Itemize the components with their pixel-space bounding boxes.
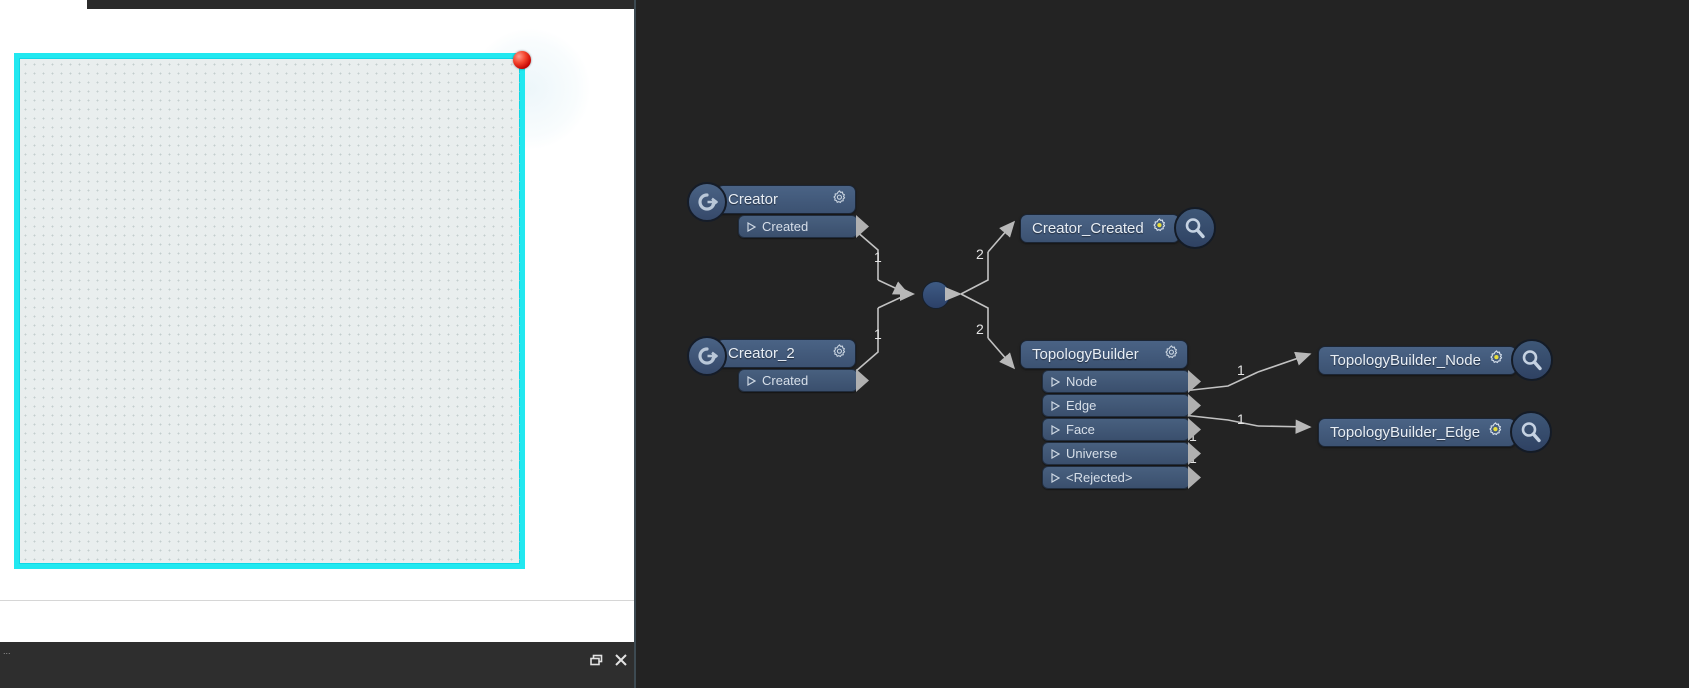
port-creator-2-created[interactable]: Created — [738, 369, 869, 392]
port-label: Edge — [1066, 398, 1097, 413]
result-topologybuilder-node[interactable]: TopologyBuilder_Node — [1318, 339, 1553, 381]
port-output-arrow[interactable] — [856, 369, 870, 392]
grid-pattern — [19, 58, 520, 564]
restore-window-icon[interactable] — [590, 654, 603, 667]
port-expand-icon — [747, 221, 756, 232]
gear-icon[interactable] — [831, 189, 848, 211]
close-window-icon[interactable] — [614, 653, 628, 667]
selected-face-rectangle[interactable] — [14, 53, 525, 569]
port-output-arrow[interactable] — [1188, 466, 1202, 489]
port-output-arrow[interactable] — [856, 215, 870, 238]
port-output-arrow[interactable] — [1188, 418, 1202, 441]
port-output-arrow[interactable] — [1188, 370, 1202, 393]
port-label: Node — [1066, 374, 1098, 389]
port-label: Created — [762, 219, 809, 234]
result-topologybuilder-node-title: TopologyBuilder_Node — [1330, 351, 1481, 369]
port-label: <Rejected> — [1066, 470, 1133, 485]
result-topologybuilder-edge-title: TopologyBuilder_Edge — [1330, 423, 1481, 441]
bottom-bar-tip: ... — [3, 646, 11, 656]
junction-in-arrow — [900, 287, 915, 301]
result-creator-created-title: Creator_Created — [1032, 219, 1144, 237]
node-creator-2-header[interactable]: Creator_2 — [687, 336, 856, 376]
gear-icon-active[interactable] — [1487, 421, 1504, 443]
titlebar-light-segment — [0, 0, 87, 9]
port-label: Universe — [1066, 446, 1118, 461]
port-universe[interactable]: Universe — [1042, 442, 1201, 465]
node-topologybuilder-header[interactable]: TopologyBuilder — [1020, 340, 1188, 369]
port-expand-icon — [1051, 424, 1060, 435]
node-creator-2[interactable]: Creator_2 Created — [687, 336, 869, 392]
magnifier-icon[interactable] — [1510, 339, 1553, 381]
vertex-marker[interactable] — [513, 51, 531, 69]
port-output-arrow[interactable] — [1188, 394, 1202, 417]
magnifier-icon[interactable] — [1510, 411, 1553, 453]
node-creator-2-title: Creator_2 — [728, 345, 795, 362]
port-rejected[interactable]: <Rejected> — [1042, 466, 1201, 489]
gear-icon-active[interactable] — [1151, 217, 1168, 239]
edge-label-edge-result: 1 — [1237, 411, 1245, 427]
port-label: Created — [762, 373, 809, 388]
result-topologybuilder-node-pill[interactable]: TopologyBuilder_Node — [1318, 345, 1517, 375]
titlebar-dark-segment — [87, 0, 634, 9]
port-expand-icon — [747, 375, 756, 386]
result-topologybuilder-edge[interactable]: TopologyBuilder_Edge — [1318, 411, 1553, 453]
gear-icon[interactable] — [831, 343, 848, 365]
node-creator-header[interactable]: Creator — [687, 182, 856, 222]
viewport-statusbar — [0, 600, 634, 643]
port-expand-icon — [1051, 448, 1060, 459]
gear-icon[interactable] — [1163, 344, 1180, 366]
edge-label-node-result: 1 — [1237, 362, 1245, 378]
edge-label-creator-created: 2 — [976, 246, 984, 262]
port-edge[interactable]: Edge — [1042, 394, 1201, 417]
window-controls — [590, 653, 628, 667]
gear-icon-active[interactable] — [1488, 349, 1505, 371]
edge-label-topologybuilder: 2 — [976, 321, 984, 337]
port-expand-icon — [1051, 376, 1060, 387]
junction-out-arrow — [945, 287, 962, 301]
magnifier-icon[interactable] — [1173, 207, 1216, 249]
result-creator-created-pill[interactable]: Creator_Created — [1020, 213, 1180, 243]
port-face[interactable]: Face — [1042, 418, 1201, 441]
application-window: ... 1 1 2 2 1 1 Creator Created Creator_… — [0, 0, 1689, 688]
edge-label-creator2: 1 — [874, 326, 882, 342]
result-topologybuilder-edge-pill[interactable]: TopologyBuilder_Edge — [1318, 417, 1517, 447]
node-graph-panel[interactable]: 1 1 2 2 1 1 1 1 Creator — [636, 0, 1689, 688]
rotate-arrow-icon — [687, 336, 727, 376]
edge-label-creator: 1 — [874, 249, 882, 265]
result-creator-created[interactable]: Creator_Created — [1020, 207, 1216, 249]
port-output-arrow[interactable] — [1188, 442, 1202, 465]
node-topologybuilder[interactable]: TopologyBuilder Node Edge Face Universe … — [1020, 340, 1201, 489]
rotate-arrow-icon — [687, 182, 727, 222]
port-creator-created[interactable]: Created — [738, 215, 869, 238]
viewport-canvas-area[interactable] — [0, 9, 634, 600]
viewport-panel: ... — [0, 0, 634, 688]
port-expand-icon — [1051, 400, 1060, 411]
port-expand-icon — [1051, 472, 1060, 483]
node-topologybuilder-title: TopologyBuilder — [1032, 346, 1139, 363]
port-node[interactable]: Node — [1042, 370, 1201, 393]
panel-bottom-bar: ... — [0, 642, 634, 688]
port-label: Face — [1066, 422, 1095, 437]
node-creator[interactable]: Creator Created — [687, 182, 869, 238]
